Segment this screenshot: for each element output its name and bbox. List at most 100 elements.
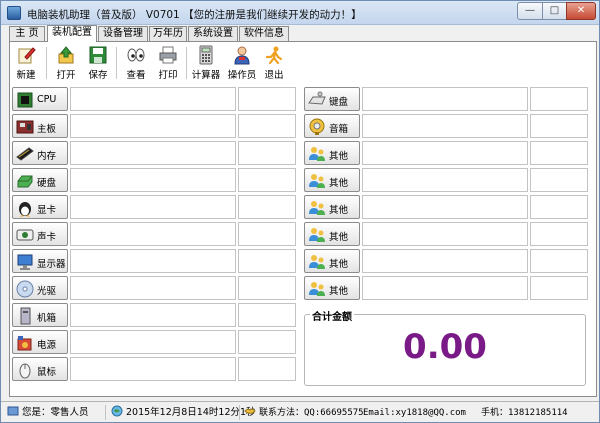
other-button-4[interactable]: 其他 [304,222,360,246]
case-model-field[interactable] [70,303,236,327]
close-button[interactable]: ✕ [566,2,596,20]
tab-config[interactable]: 装机配置 [47,25,97,42]
mouse-price-field[interactable] [238,357,296,381]
other-button-1[interactable]: 其他 [304,141,360,165]
tab-device-manager[interactable]: 设备管理 [98,26,148,41]
other-price-field-3[interactable] [530,195,588,219]
hard-disk-icon [17,175,33,188]
sound-card-button[interactable]: 声卡 [12,222,68,246]
cpu-model-field[interactable] [70,87,236,111]
mouse-button[interactable]: 鼠标 [12,357,68,381]
memory-button[interactable]: 内存 [12,141,68,165]
other-price-field-5[interactable] [530,249,588,273]
graphics-card-button[interactable]: 显卡 [12,195,68,219]
tab-settings[interactable]: 系统设置 [188,26,238,41]
sound-card-model-field[interactable] [70,222,236,246]
exit-icon [265,46,283,65]
power-supply-model-field[interactable] [70,330,236,354]
other-model-field-1[interactable] [362,141,528,165]
status-separator [239,405,240,420]
speaker-model-field[interactable] [362,114,528,138]
tab-software-info[interactable]: 软件信息 [239,26,289,41]
memory-price-field[interactable] [238,141,296,165]
user-status-icon [7,406,19,416]
mouse-model-field[interactable] [70,357,236,381]
component-row-motherboard: 主板 [12,114,296,140]
component-row-hard-disk: 硬盘 [12,168,296,194]
memory-model-field[interactable] [70,141,236,165]
power-supply-button[interactable]: 电源 [12,330,68,354]
print-button[interactable]: 打印 [152,43,184,81]
hard-disk-button[interactable]: 硬盘 [12,168,68,192]
other-button-5[interactable]: 其他 [304,249,360,273]
users-icon [309,174,325,188]
new-button[interactable]: 新建 [10,43,42,81]
minimize-button[interactable]: — [517,2,543,20]
other-button-6[interactable]: 其他 [304,276,360,300]
printer-icon [159,46,177,64]
title-bar: 电脑装机助理（普及版） V0701 【您的注册是我们继续开发的动力！】 — □ … [1,1,599,25]
power-supply-icon [17,336,32,351]
other-model-field-6[interactable] [362,276,528,300]
open-button[interactable]: 打开 [50,43,82,81]
hard-disk-price-field[interactable] [238,168,296,192]
maximize-button[interactable]: □ [542,2,567,20]
calculator-icon [199,45,213,65]
optical-drive-model-field[interactable] [70,276,236,300]
toolbar-separator [116,47,117,79]
graphics-card-price-field[interactable] [238,195,296,219]
case-price-field[interactable] [238,303,296,327]
component-row-cpu: CPU [12,87,296,113]
monitor-button[interactable]: 显示器 [12,249,68,273]
tab-calendar[interactable]: 万年历 [149,26,187,41]
save-button[interactable]: 保存 [82,43,114,81]
speaker-price-field[interactable] [530,114,588,138]
speaker-button[interactable]: 音箱 [304,114,360,138]
tab-home[interactable]: 主 页 [9,26,45,41]
component-row-case: 机箱 [12,303,296,329]
user-icon [234,46,250,65]
hard-disk-model-field[interactable] [70,168,236,192]
other-model-field-3[interactable] [362,195,528,219]
other-price-field-2[interactable] [530,168,588,192]
optical-drive-button[interactable]: 光驱 [12,276,68,300]
mouse-icon [19,363,31,379]
component-row-monitor: 显示器 [12,249,296,275]
operator-button[interactable]: 操作员 [226,43,258,81]
component-row-optical-drive: 光驱 [12,276,296,302]
window-title: 电脑装机助理（普及版） V0701 【您的注册是我们继续开发的动力！】 [27,9,362,21]
memory-icon [16,147,34,161]
other-model-field-5[interactable] [362,249,528,273]
graphics-card-model-field[interactable] [70,195,236,219]
view-button[interactable]: 查看 [120,43,152,81]
motherboard-model-field[interactable] [70,114,236,138]
optical-drive-price-field[interactable] [238,276,296,300]
other-model-field-4[interactable] [362,222,528,246]
calculator-button[interactable]: 计算器 [190,43,222,81]
component-row-other-6: 其他 [304,276,588,302]
keyboard-button[interactable]: 键盘 [304,87,360,111]
motherboard-button[interactable]: 主板 [12,114,68,138]
motherboard-price-field[interactable] [238,114,296,138]
status-separator [105,405,106,420]
keyboard-model-field[interactable] [362,87,528,111]
other-model-field-2[interactable] [362,168,528,192]
other-price-field-4[interactable] [530,222,588,246]
other-button-2[interactable]: 其他 [304,168,360,192]
other-button-3[interactable]: 其他 [304,195,360,219]
case-button[interactable]: 机箱 [12,303,68,327]
cpu-button[interactable]: CPU [12,87,68,111]
cpu-price-field[interactable] [238,87,296,111]
sound-card-price-field[interactable] [238,222,296,246]
component-row-sound-card: 声卡 [12,222,296,248]
power-supply-price-field[interactable] [238,330,296,354]
component-row-other-5: 其他 [304,249,588,275]
other-price-field-6[interactable] [530,276,588,300]
new-icon [18,47,36,64]
exit-button[interactable]: 退出 [258,43,290,81]
main-window: 电脑装机助理（普及版） V0701 【您的注册是我们继续开发的动力！】 — □ … [0,0,600,423]
monitor-price-field[interactable] [238,249,296,273]
keyboard-price-field[interactable] [530,87,588,111]
monitor-model-field[interactable] [70,249,236,273]
other-price-field-1[interactable] [530,141,588,165]
